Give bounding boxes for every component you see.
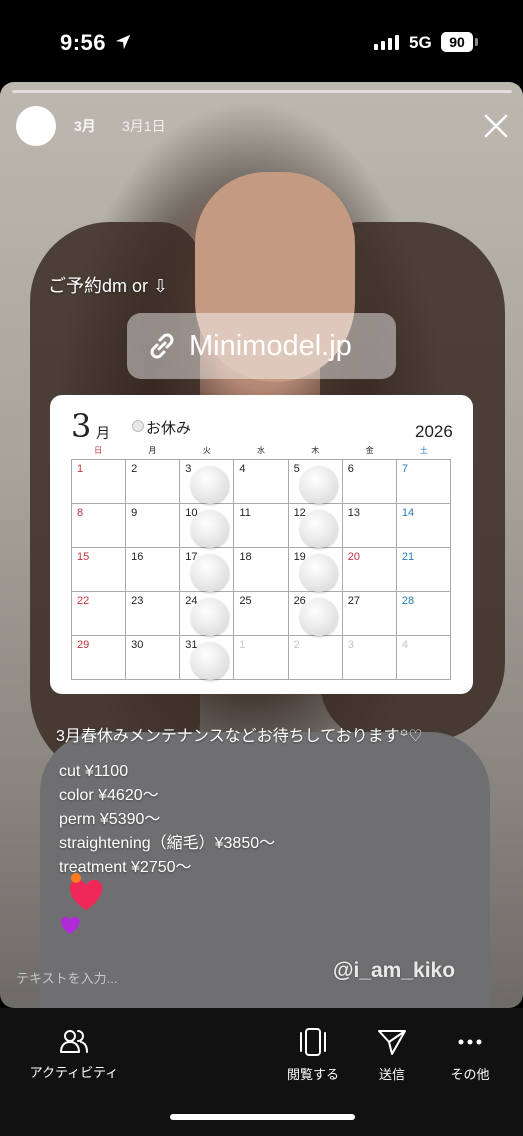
activity-button[interactable]: アクティビティ xyxy=(26,1028,122,1081)
people-icon xyxy=(60,1030,88,1053)
more-icon xyxy=(458,1039,482,1045)
calendar-day: 25 xyxy=(234,592,289,636)
avatar[interactable] xyxy=(16,106,56,146)
calendar-day: 17 xyxy=(180,548,235,592)
calendar-day: 29 xyxy=(72,636,127,680)
link-icon xyxy=(150,333,174,359)
calendar-day: 26 xyxy=(288,592,343,636)
story-author[interactable]: 3月 xyxy=(74,116,96,136)
calendar-day: 2 xyxy=(288,636,343,680)
view-icon xyxy=(300,1028,326,1056)
holiday-mark xyxy=(191,642,230,680)
weekday-label: 木 xyxy=(311,446,320,455)
weekday-label: 月 xyxy=(148,446,157,455)
calendar-month-suffix: 月 xyxy=(96,425,110,441)
calendar-day: 13 xyxy=(342,504,397,548)
calendar-day: 22 xyxy=(72,592,127,636)
calendar-day: 3 xyxy=(342,636,397,680)
calendar-day: 23 xyxy=(126,592,181,636)
calendar-sticker: 3 月 お休み 2026 日 月 火 水 木 金 土 1 2 3 4 5 6 7… xyxy=(50,395,473,694)
story-date: 3月1日 xyxy=(122,118,166,134)
holiday-mark xyxy=(191,554,230,592)
holiday-mark xyxy=(299,510,338,548)
story-message: 3月春休みメンテナンスなどお待ちしております꙳♡ xyxy=(56,728,423,745)
calendar-day: 5 xyxy=(288,460,343,504)
calendar-day: 11 xyxy=(234,504,289,548)
weekday-header: 日 月 火 水 木 金 土 xyxy=(71,445,451,459)
story-card[interactable]: 3月 3月1日 ご予約dm or ⇩ Minimodel.jp 3 月 お休み … xyxy=(0,82,523,1008)
calendar-day: 18 xyxy=(234,548,289,592)
weekday-label: 土 xyxy=(419,446,428,455)
calendar-day: 15 xyxy=(72,548,127,592)
calendar-day: 1 xyxy=(72,460,127,504)
location-arrow-icon xyxy=(115,34,131,50)
holiday-legend-label: お休み xyxy=(146,420,192,437)
weekday-label: 水 xyxy=(256,446,265,455)
battery-tip xyxy=(475,38,478,46)
holiday-mark xyxy=(191,510,230,548)
price-item: color ¥4620〜 xyxy=(59,787,159,804)
holiday-mark xyxy=(191,466,230,504)
close-icon[interactable] xyxy=(482,112,510,140)
network-type: 5G xyxy=(409,33,432,52)
weekday-label: 火 xyxy=(202,446,211,455)
story-progress-bar xyxy=(12,90,512,93)
calendar-day: 14 xyxy=(396,504,451,548)
send-label: 送信 xyxy=(378,1067,405,1082)
calendar-day: 21 xyxy=(396,548,451,592)
price-list: cut ¥1100 color ¥4620〜 perm ¥5390〜 strai… xyxy=(59,760,275,880)
reply-input[interactable]: テキストを入力... xyxy=(16,968,117,987)
status-time: 9:56 xyxy=(60,30,107,55)
calendar-day: 28 xyxy=(396,592,451,636)
price-item: perm ¥5390〜 xyxy=(59,811,161,828)
send-icon xyxy=(378,1030,406,1055)
link-url: Minimodel.jp xyxy=(189,329,352,362)
reserve-text: ご予約dm or ⇩ xyxy=(48,276,169,296)
more-button[interactable]: その他 xyxy=(446,1028,494,1083)
calendar-day: 4 xyxy=(396,636,451,680)
holiday-mark xyxy=(191,598,230,636)
holiday-mark xyxy=(299,554,338,592)
calendar-day: 30 xyxy=(126,636,181,680)
view-label: 閲覧する xyxy=(286,1067,339,1082)
calendar-day: 20 xyxy=(342,548,397,592)
calendar-day: 1 xyxy=(234,636,289,680)
calendar-day: 10 xyxy=(180,504,235,548)
activity-label: アクティビティ xyxy=(29,1065,119,1080)
calendar-day: 4 xyxy=(234,460,289,504)
calendar-day: 6 xyxy=(342,460,397,504)
send-button[interactable]: 送信 xyxy=(372,1028,412,1083)
signal-icon xyxy=(374,34,399,50)
holiday-mark xyxy=(299,598,338,636)
calendar-day: 7 xyxy=(396,460,451,504)
holiday-legend-dot xyxy=(132,420,144,432)
calendar-day: 16 xyxy=(126,548,181,592)
calendar-days: 1 2 3 4 5 6 7 8 9 10 11 12 13 14 15 16 1… xyxy=(71,459,451,680)
calendar-day: 19 xyxy=(288,548,343,592)
holiday-mark xyxy=(299,466,338,504)
battery-icon: 90 xyxy=(441,32,473,52)
calendar-day: 2 xyxy=(126,460,181,504)
calendar-month: 3 xyxy=(71,407,92,445)
calendar-day: 27 xyxy=(342,592,397,636)
price-item: straightening（縮毛）¥3850〜 xyxy=(59,835,276,852)
status-bar: 9:56 5G 90 xyxy=(0,0,523,82)
calendar-day: 9 xyxy=(126,504,181,548)
calendar-day: 31 xyxy=(180,636,235,680)
calendar-year: 2026 xyxy=(415,422,453,441)
weekday-label: 金 xyxy=(365,446,374,455)
more-label: その他 xyxy=(450,1067,490,1082)
calendar-day: 24 xyxy=(180,592,235,636)
price-item: cut ¥1100 xyxy=(59,763,129,780)
calendar-day: 8 xyxy=(72,504,127,548)
hearts-icon xyxy=(61,873,103,934)
mention-handle[interactable]: @i_am_kiko xyxy=(333,959,455,983)
weekday-label: 日 xyxy=(94,446,103,455)
calendar-grid: 日 月 火 水 木 金 土 1 2 3 4 5 6 7 8 9 10 11 12… xyxy=(71,445,451,680)
calendar-day: 3 xyxy=(180,460,235,504)
view-button[interactable]: 閲覧する xyxy=(284,1028,342,1083)
home-indicator[interactable] xyxy=(170,1114,355,1120)
calendar-day: 12 xyxy=(288,504,343,548)
link-sticker[interactable]: Minimodel.jp xyxy=(127,313,396,379)
